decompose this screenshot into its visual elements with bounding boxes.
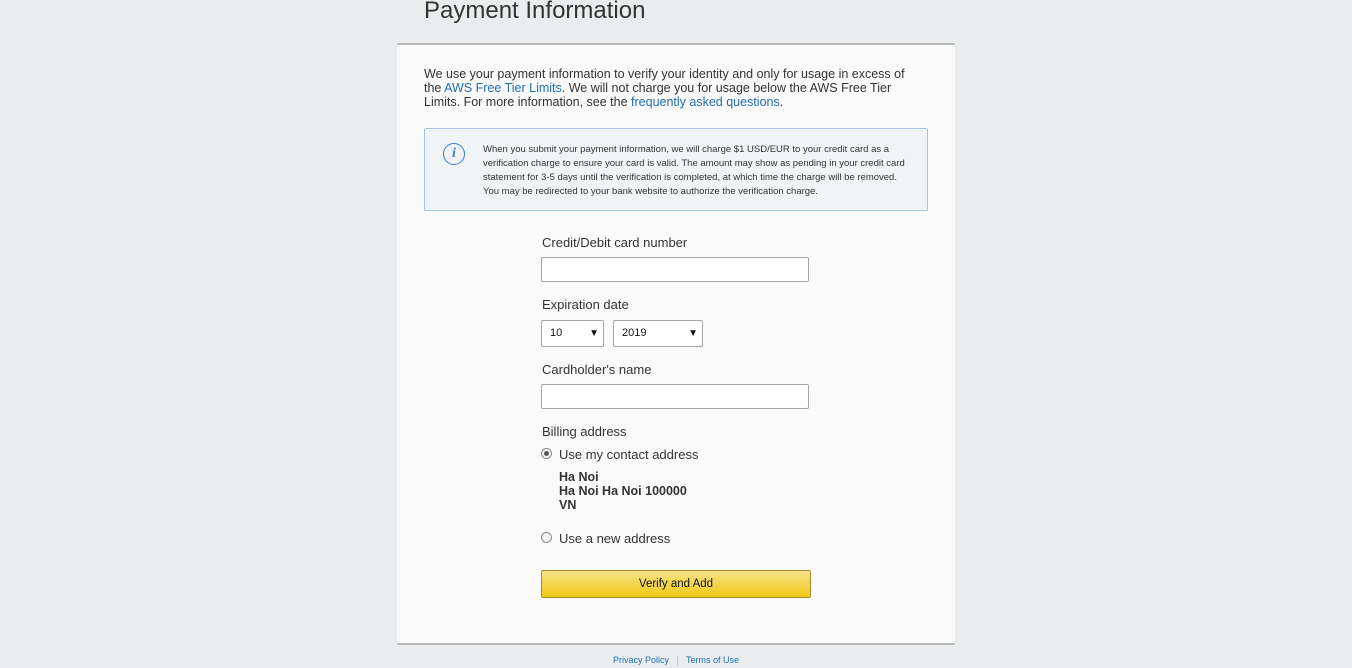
contact-address-radio[interactable] [541,448,552,459]
payment-panel: We use your payment information to verif… [397,43,955,645]
footer: Privacy Policy Terms of Use [0,655,1352,666]
info-notice: i When you submit your payment informati… [424,128,928,211]
chevron-down-icon: ▼ [589,328,599,339]
info-notice-text: When you submit your payment information… [483,144,905,197]
verify-and-add-button[interactable]: Verify and Add [541,570,811,598]
new-address-radio[interactable] [541,532,552,543]
address-line: VN [559,498,577,512]
billing-address-label: Billing address [542,424,627,439]
cardholder-label: Cardholder's name [542,362,652,377]
contact-address: Ha Noi Ha Noi Ha Noi 100000 VN [559,470,687,512]
intro-text: We use your payment information to verif… [424,67,914,109]
expiration-month-select[interactable]: 10 ▼ [541,320,604,347]
cardholder-input[interactable] [541,384,809,409]
info-icon: i [443,143,465,165]
new-address-label[interactable]: Use a new address [559,531,670,546]
address-line: Ha Noi Ha Noi 100000 [559,484,687,498]
expiration-label: Expiration date [542,297,629,312]
faq-link[interactable]: frequently asked questions [631,95,780,109]
card-number-label: Credit/Debit card number [542,235,688,250]
expiration-year-select[interactable]: 2019 ▼ [613,320,703,347]
address-line: Ha Noi [559,470,599,484]
contact-address-label[interactable]: Use my contact address [559,447,698,462]
privacy-policy-link[interactable]: Privacy Policy [613,655,669,665]
card-number-input[interactable] [541,257,809,282]
page-title: Payment Information [424,0,646,24]
chevron-down-icon: ▼ [688,328,698,339]
expiration-month-value: 10 [550,327,563,339]
intro-text-part: . [779,95,784,109]
expiration-year-value: 2019 [622,327,647,339]
footer-divider [677,655,678,666]
aws-free-tier-link[interactable]: AWS Free Tier Limits [444,81,562,95]
terms-of-use-link[interactable]: Terms of Use [686,655,739,665]
